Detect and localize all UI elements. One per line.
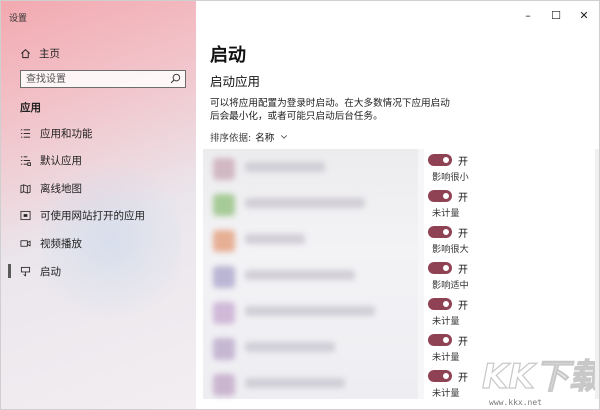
sidebar: 设置 主页 应用 应用和功能 [1,1,196,409]
impact-label: 影响很大 [432,244,469,255]
sidebar-item-label: 启动 [40,265,61,278]
sidebar-item-label: 视频播放 [40,237,82,250]
minimize-button[interactable]: – [523,9,533,22]
toggle-state: 开 [458,301,468,312]
sidebar-item-startup[interactable]: 启动 [8,263,61,279]
sidebar-item-label: 可使用网站打开的应用 [40,209,145,222]
impact-label: 未计量 [432,352,460,363]
startup-toggle[interactable] [428,298,452,310]
window-controls: – ☐ ✕ [523,9,589,22]
list-divider [418,149,424,399]
startup-toggle[interactable] [428,262,452,274]
scrollbar[interactable] [595,149,599,399]
startup-toggle-row: 开 未计量 [428,370,472,400]
impact-label: 未计量 [432,388,460,399]
startup-toggle-row: 开 未计量 [428,190,472,220]
app-name-blurred [245,378,345,388]
impact-label: 未计量 [432,208,460,219]
startup-app-list [203,149,418,399]
app-name-blurred [245,198,365,208]
search-icon[interactable] [170,73,181,84]
app-name-blurred [245,162,325,172]
impact-label: 影响很小 [432,172,469,183]
sidebar-item-home[interactable]: 主页 [20,46,60,61]
website-apps-icon [20,210,31,220]
app-icon [213,302,235,324]
startup-toggle[interactable] [428,334,452,346]
list-item [203,331,418,365]
page-title: 启动 [210,45,246,66]
app-icon [213,194,235,216]
app-icon [213,230,235,252]
startup-toggle-row: 开 影响很小 [428,154,472,184]
toggle-state: 开 [458,193,468,204]
sidebar-item-default-apps[interactable]: 默认应用 [20,152,82,168]
sort-value: 名称 [255,133,275,144]
search-input[interactable] [21,71,166,87]
home-label: 主页 [39,48,60,60]
description-text: 可以将应用配置为登录时启动。在大多数情况下应用启动后会最小化，或者可能只启动后台… [210,98,450,122]
sidebar-item-website-apps[interactable]: 可使用网站打开的应用 [20,207,145,223]
list-item [203,187,418,221]
startup-toggle-row: 开 影响很大 [428,226,472,256]
list-item [203,151,418,185]
sidebar-item-apps-features[interactable]: 应用和功能 [20,125,93,141]
impact-label: 影响适中 [432,280,469,291]
startup-toggle-row: 开 未计量 [428,298,472,328]
close-button[interactable]: ✕ [579,9,589,22]
sidebar-item-label: 应用和功能 [40,127,93,140]
list-item [203,295,418,329]
startup-toggle-row: 开 影响适中 [428,262,472,292]
startup-toggle[interactable] [428,154,452,166]
map-icon [20,183,31,194]
apps-list-icon [20,128,31,138]
app-icon [213,266,235,288]
window-title: 设置 [9,14,28,24]
sort-label: 排序依据: [210,133,252,144]
startup-toggle-row: 开 未计量 [428,334,472,364]
app-icon [213,158,235,180]
section-title: 启动应用 [210,74,261,89]
app-name-blurred [245,234,305,244]
video-icon [20,239,31,247]
sidebar-item-label: 离线地图 [40,182,82,195]
search-box[interactable] [20,70,186,88]
maximize-button[interactable]: ☐ [551,9,561,22]
app-name-blurred [245,342,335,352]
default-apps-icon [20,155,31,166]
sort-dropdown[interactable]: 排序依据: 名称 [210,130,288,144]
home-icon [21,49,30,59]
sidebar-item-offline-maps[interactable]: 离线地图 [20,180,82,196]
toggle-state: 开 [458,229,468,240]
app-name-blurred [245,306,375,316]
app-name-blurred [245,270,355,280]
toggle-state: 开 [458,265,468,276]
toggle-state: 开 [458,157,468,168]
sidebar-item-label: 默认应用 [40,154,82,167]
startup-toggle[interactable] [428,190,452,202]
startup-icon [20,266,31,276]
app-icon [213,374,235,396]
list-item [203,367,418,401]
chevron-down-icon [281,135,288,139]
list-item [203,259,418,293]
impact-label: 未计量 [432,316,460,327]
toggle-state: 开 [458,337,468,348]
app-icon [213,338,235,360]
startup-toggle[interactable] [428,226,452,238]
content-pane: – ☐ ✕ 启动 启动应用 可以将应用配置为登录时启动。在大多数情况下应用启动后… [196,1,599,409]
toggle-state: 开 [458,373,468,384]
startup-toggle[interactable] [428,370,452,382]
watermark-url: www.kkx.net [489,398,542,407]
list-item [203,223,418,257]
sidebar-item-video-playback[interactable]: 视频播放 [20,235,82,251]
section-label-apps: 应用 [20,102,41,114]
settings-window: 设置 主页 应用 应用和功能 [0,0,600,410]
